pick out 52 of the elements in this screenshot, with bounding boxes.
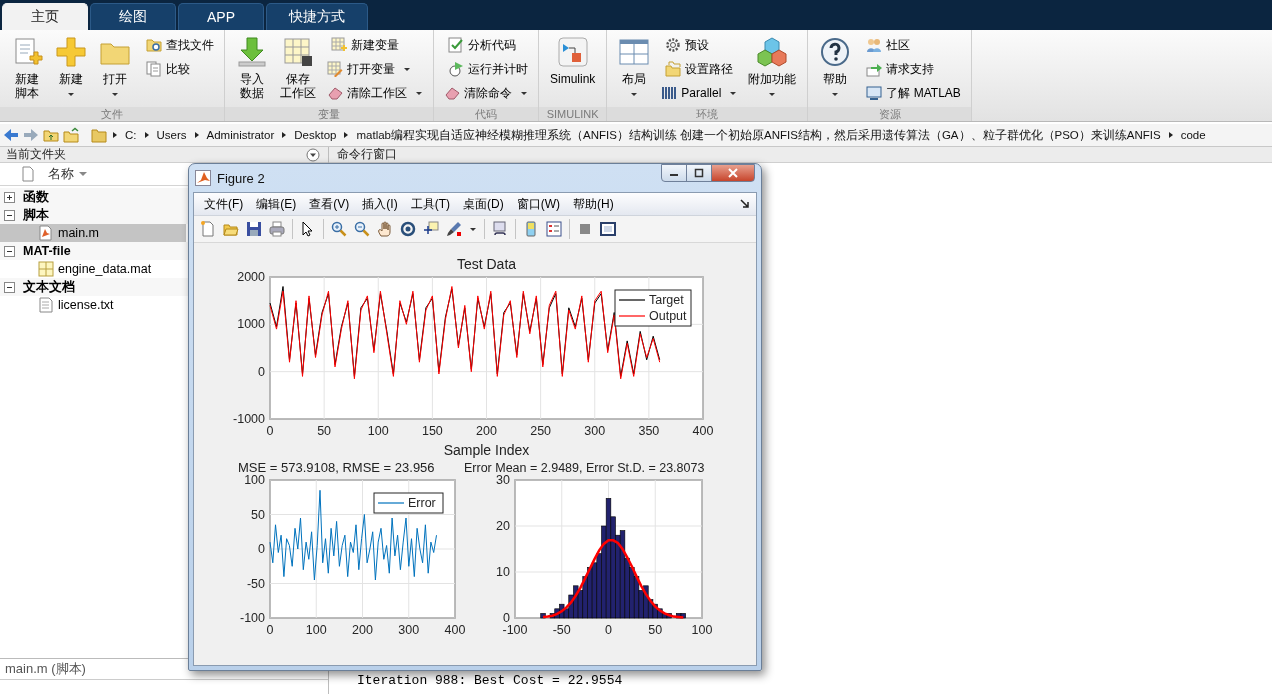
tick-label: 0 bbox=[503, 611, 510, 625]
tick-label: 400 bbox=[444, 623, 466, 637]
group-label: 资源 bbox=[808, 107, 971, 121]
tick-label: 200 bbox=[476, 424, 497, 438]
tick-label: 100 bbox=[691, 623, 713, 637]
file-name: main.m bbox=[58, 226, 99, 240]
tick-label: 300 bbox=[398, 623, 420, 637]
tick-label: 100 bbox=[367, 424, 389, 438]
legend-label: Output bbox=[649, 309, 687, 323]
tick-label: 0 bbox=[258, 364, 265, 379]
group-label: 环境 bbox=[607, 107, 808, 121]
tick-label: 20 bbox=[496, 519, 510, 533]
tick-label: 200 bbox=[352, 623, 373, 637]
tick-label: 1000 bbox=[237, 317, 265, 332]
axis-label: Sample Index bbox=[443, 442, 530, 458]
tick-label: 150 bbox=[421, 424, 443, 438]
group-label: 变量 bbox=[225, 107, 433, 121]
tick-label: 400 bbox=[692, 424, 714, 438]
tick-label: 0 bbox=[266, 424, 274, 438]
tick-label: -100 bbox=[239, 611, 265, 625]
legend-label: Error bbox=[408, 496, 436, 510]
tick-label: -1000 bbox=[233, 412, 265, 426]
tick-label: 250 bbox=[530, 424, 552, 438]
file-name: license.txt bbox=[58, 298, 114, 312]
tick-label: 0 bbox=[605, 623, 612, 637]
tick-label: 50 bbox=[648, 623, 663, 637]
tick-label: 100 bbox=[305, 623, 327, 637]
tick-label: 50 bbox=[251, 507, 265, 522]
group-label: 代码 bbox=[434, 107, 538, 121]
file-name: engine_data.mat bbox=[58, 262, 152, 276]
tick-label: 0 bbox=[258, 542, 265, 556]
chart-title: Test Data bbox=[456, 256, 517, 272]
tick-label: -50 bbox=[552, 623, 571, 637]
tick-label: 10 bbox=[496, 565, 510, 579]
tick-label: 100 bbox=[244, 473, 265, 487]
tick-label: 300 bbox=[584, 424, 606, 438]
tick-label: -100 bbox=[502, 623, 528, 637]
tick-label: 0 bbox=[266, 623, 274, 637]
chart-title: MSE = 573.9108, RMSE = 23.956 bbox=[238, 460, 435, 475]
group-label: SIMULINK bbox=[539, 107, 607, 121]
window-title: Figure 2 bbox=[217, 170, 265, 186]
group-label: 文件 bbox=[0, 107, 224, 121]
chart-title: Error Mean = 2.9489, Error St.D. = 23.8073 bbox=[464, 461, 705, 475]
legend-label: Target bbox=[649, 293, 684, 307]
tick-label: 50 bbox=[317, 424, 332, 438]
panel-title: 当前文件夹 bbox=[6, 146, 66, 163]
tick-label: 2000 bbox=[237, 270, 265, 284]
tick-label: 30 bbox=[496, 473, 510, 487]
panel-title: 命令行窗口 bbox=[337, 146, 397, 163]
tick-label: 350 bbox=[638, 424, 660, 438]
tick-label: -50 bbox=[246, 576, 265, 591]
command-output: Iteration 988: Best Cost = 22.9554 bbox=[357, 672, 624, 690]
